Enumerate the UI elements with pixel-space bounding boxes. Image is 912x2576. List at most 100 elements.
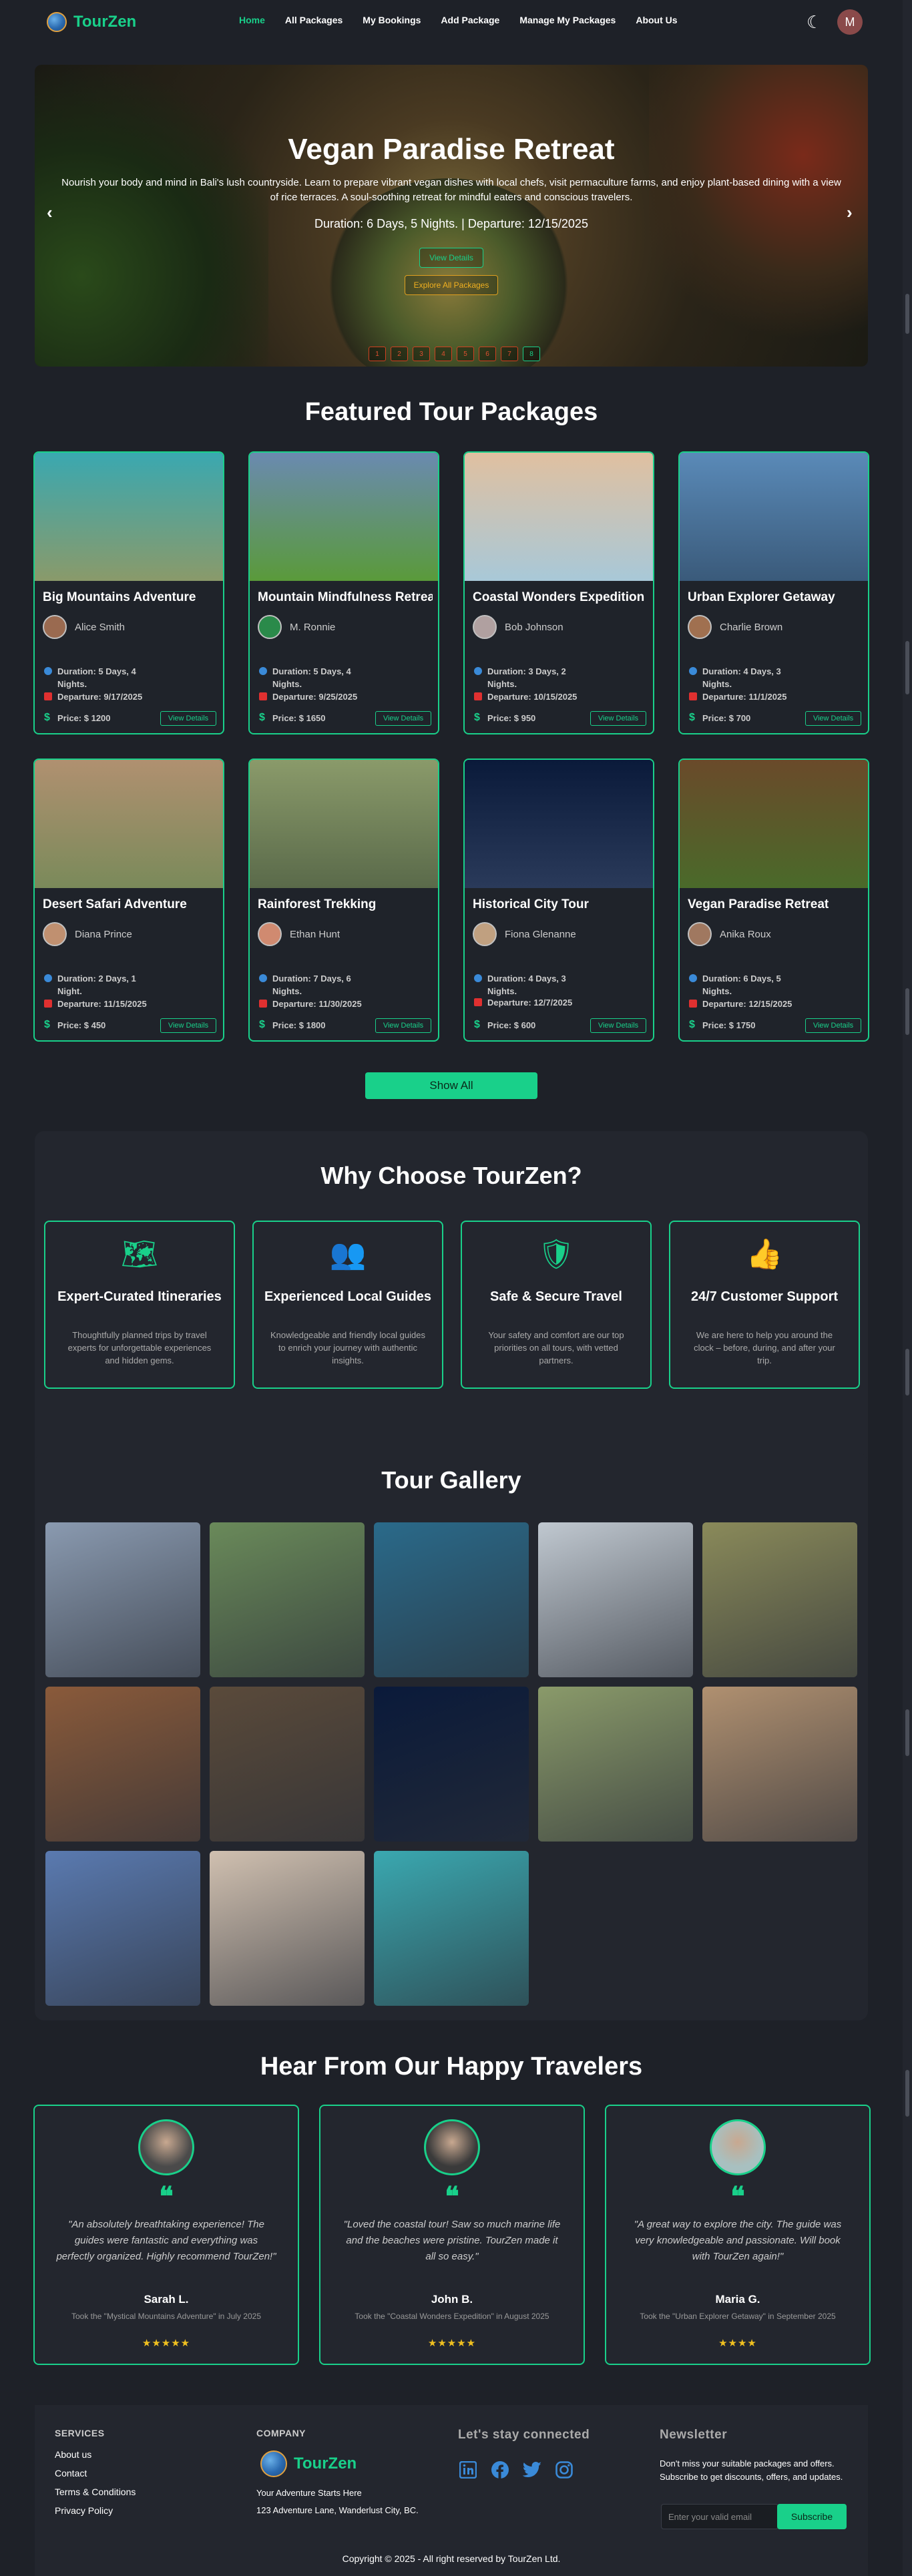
package-image[interactable] — [35, 453, 223, 581]
dollar-icon: $ — [474, 1019, 480, 1030]
why-card: 🛡 Safe & Secure Travel Your safety and c… — [461, 1221, 652, 1389]
gallery-image[interactable] — [374, 1687, 529, 1842]
clock-icon — [259, 974, 267, 982]
carousel-dot-8[interactable]: 8 — [523, 347, 540, 361]
package-card: Rainforest Trekking Ethan Hunt Duration:… — [248, 759, 439, 1042]
traveler-trip: Took the "Urban Explorer Getaway" in Sep… — [640, 2312, 836, 2321]
theme-toggle-moon-icon[interactable]: ☾ — [807, 12, 822, 33]
package-departure: Departure: 12/15/2025 — [688, 998, 794, 1010]
duration-text: Duration: 5 Days, 4 Nights. — [272, 666, 351, 689]
departure-text: Departure: 12/15/2025 — [702, 999, 792, 1009]
footer-link-contact[interactable]: Contact — [55, 2468, 87, 2479]
hero-explore-button[interactable]: Explore All Packages — [405, 275, 498, 295]
page-scrollbar[interactable] — [903, 0, 912, 2576]
carousel-dot-7[interactable]: 7 — [501, 347, 518, 361]
package-image[interactable] — [465, 453, 653, 581]
nav-link-manage-packages[interactable]: Manage My Packages — [519, 15, 616, 25]
twitter-icon[interactable] — [522, 2460, 542, 2480]
nav-link-about-us[interactable]: About Us — [636, 15, 677, 25]
clock-icon — [689, 974, 697, 982]
package-price: $ Price: $ 950 — [473, 712, 535, 723]
package-price: $ Price: $ 1200 — [43, 712, 111, 723]
carousel-next-icon[interactable]: › — [847, 202, 853, 223]
footer-link-terms[interactable]: Terms & Conditions — [55, 2487, 136, 2497]
gallery-image[interactable] — [702, 1522, 857, 1677]
package-card: Coastal Wonders Expedition Bob Johnson D… — [463, 451, 654, 734]
carousel-dot-3[interactable]: 3 — [413, 347, 430, 361]
gallery-image[interactable] — [210, 1687, 365, 1842]
nav-link-add-package[interactable]: Add Package — [441, 15, 499, 25]
view-details-button[interactable]: View Details — [160, 711, 216, 726]
view-details-button[interactable]: View Details — [590, 1018, 646, 1033]
package-title: Urban Explorer Getaway — [688, 590, 835, 604]
subscribe-button[interactable]: Subscribe — [777, 2504, 847, 2529]
view-details-button[interactable]: View Details — [805, 711, 861, 726]
globe-icon — [47, 12, 67, 32]
traveler-avatar — [138, 2119, 194, 2175]
carousel-prev-icon[interactable]: ‹ — [47, 202, 53, 223]
gallery-image[interactable] — [538, 1687, 693, 1842]
why-card-desc: Knowledgeable and friendly local guides … — [270, 1330, 425, 1365]
navbar: TourZen Home All Packages My Bookings Ad… — [0, 0, 912, 44]
view-details-button[interactable]: View Details — [375, 711, 431, 726]
footer-services-heading: SERVICES — [55, 2428, 105, 2438]
package-image[interactable] — [680, 453, 868, 581]
nav-links: Home All Packages My Bookings Add Packag… — [239, 15, 678, 25]
view-details-button[interactable]: View Details — [375, 1018, 431, 1033]
why-card-desc: Your safety and comfort are our top prio… — [488, 1330, 624, 1365]
departure-text: Departure: 9/25/2025 — [272, 692, 358, 702]
package-image[interactable] — [680, 760, 868, 888]
calendar-icon — [474, 998, 482, 1006]
linkedin-icon[interactable] — [458, 2460, 478, 2480]
brand-logo[interactable]: TourZen — [47, 12, 136, 32]
carousel-dot-5[interactable]: 5 — [457, 347, 474, 361]
nav-link-all-packages[interactable]: All Packages — [285, 15, 343, 25]
footer-address: 123 Adventure Lane, Wanderlust City, BC. — [256, 2505, 419, 2515]
price-text: Price: $ 600 — [487, 1020, 536, 1030]
package-image[interactable] — [465, 760, 653, 888]
newsletter-email-input[interactable]: Enter your valid email — [661, 2504, 778, 2529]
gallery-image[interactable] — [702, 1687, 857, 1842]
view-details-button[interactable]: View Details — [805, 1018, 861, 1033]
package-duration: Duration: 6 Days, 5 Nights. — [688, 972, 794, 998]
gallery-image[interactable] — [45, 1851, 200, 2006]
gallery-image[interactable] — [45, 1522, 200, 1677]
user-avatar[interactable]: M — [837, 9, 863, 35]
carousel-dot-1[interactable]: 1 — [369, 347, 386, 361]
gallery-image[interactable] — [210, 1522, 365, 1677]
dollar-icon: $ — [689, 712, 695, 723]
package-image[interactable] — [35, 760, 223, 888]
quote-icon: ❝ — [730, 2182, 745, 2211]
footer-link-about[interactable]: About us — [55, 2449, 91, 2460]
package-image[interactable] — [250, 453, 438, 581]
why-card: 👥 Experienced Local Guides Knowledgeable… — [252, 1221, 443, 1389]
package-card: Mountain Mindfulness Retreat M. Ronnie D… — [248, 451, 439, 734]
facebook-icon[interactable] — [490, 2460, 510, 2480]
footer-link-privacy[interactable]: Privacy Policy — [55, 2505, 113, 2516]
nav-link-my-bookings[interactable]: My Bookings — [363, 15, 421, 25]
gallery-image[interactable] — [538, 1522, 693, 1677]
carousel-pagination: 12345678 — [369, 347, 540, 361]
gallery-image[interactable] — [210, 1851, 365, 2006]
testimonial-card: ❝ "Loved the coastal tour! Saw so much m… — [319, 2105, 585, 2365]
author-avatar — [688, 615, 712, 639]
gallery-image[interactable] — [374, 1851, 529, 2006]
package-card: Historical City Tour Fiona Glenanne Dura… — [463, 759, 654, 1042]
package-image[interactable] — [250, 760, 438, 888]
nav-link-home[interactable]: Home — [239, 15, 265, 25]
footer-brand-logo[interactable]: TourZen — [260, 2450, 357, 2477]
gallery-heading: Tour Gallery — [381, 1466, 521, 1494]
quote-icon: ❝ — [159, 2182, 174, 2211]
hero-title: Vegan Paradise Retreat — [288, 133, 615, 166]
carousel-dot-2[interactable]: 2 — [391, 347, 408, 361]
view-details-button[interactable]: View Details — [590, 711, 646, 726]
carousel-dot-4[interactable]: 4 — [435, 347, 452, 361]
instagram-icon[interactable] — [554, 2460, 574, 2480]
gallery-image[interactable] — [45, 1687, 200, 1842]
show-all-button[interactable]: Show All — [365, 1072, 537, 1099]
view-details-button[interactable]: View Details — [160, 1018, 216, 1033]
hero-view-details-button[interactable]: View Details — [419, 248, 483, 268]
gallery-image[interactable] — [374, 1522, 529, 1677]
package-author: Ethan Hunt — [290, 929, 340, 940]
carousel-dot-6[interactable]: 6 — [479, 347, 496, 361]
